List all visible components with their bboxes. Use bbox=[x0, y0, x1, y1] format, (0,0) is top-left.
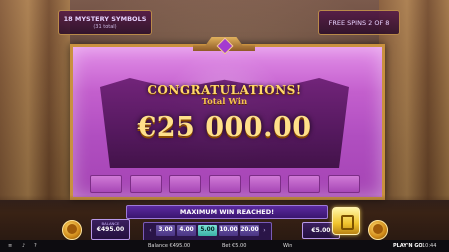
reel-cell bbox=[248, 175, 281, 193]
menu-icon[interactable]: ≡ bbox=[8, 240, 12, 252]
status-balance: Balance €495.00 bbox=[148, 243, 191, 249]
bet-option[interactable]: 4.00 bbox=[177, 225, 196, 236]
reel-cell bbox=[208, 175, 241, 193]
status-bar: ≡ ♪ ? Balance €495.00 Bet €5.00 Win PLAY… bbox=[0, 240, 449, 252]
congratulations-title: CONGRATULATIONS! bbox=[147, 83, 302, 97]
spin-icon bbox=[341, 215, 354, 230]
reel-cell bbox=[327, 175, 360, 193]
bet-option[interactable]: 20.00 bbox=[240, 225, 259, 236]
status-bet: Bet €5.00 bbox=[222, 243, 247, 249]
bet-next-button[interactable]: › bbox=[261, 225, 268, 236]
balance-display: BALANCE €495.00 bbox=[91, 219, 130, 240]
bet-option[interactable]: 10.00 bbox=[219, 225, 238, 236]
total-win-label: Total Win bbox=[201, 97, 248, 107]
reel-cell bbox=[169, 175, 202, 193]
balance-value: €495.00 bbox=[96, 226, 125, 233]
total-win-amount: €25 000.00 bbox=[137, 112, 312, 143]
coin-icon bbox=[67, 224, 77, 234]
max-win-banner: MAXIMUM WIN REACHED! bbox=[126, 205, 328, 219]
reel-cell bbox=[90, 175, 122, 193]
bet-option-selected[interactable]: 5.00 bbox=[198, 225, 217, 236]
coin-button-left[interactable] bbox=[62, 220, 82, 240]
mystery-symbols-banner: 18 MYSTERY SYMBOLS (31 total) bbox=[58, 10, 152, 35]
free-spins-banner: FREE SPINS 2 OF 8 bbox=[318, 10, 400, 35]
reel-cell bbox=[129, 175, 162, 193]
sound-icon[interactable]: ♪ bbox=[22, 240, 25, 252]
game-stage: 18 MYSTERY SYMBOLS (31 total) FREE SPINS… bbox=[0, 0, 449, 252]
provider-logo: PLAY'N GO bbox=[393, 243, 423, 249]
bet-option[interactable]: 3.00 bbox=[156, 225, 175, 236]
free-spins-label: FREE SPINS 2 OF 8 bbox=[328, 19, 390, 27]
reel-strip bbox=[90, 175, 360, 193]
help-icon[interactable]: ? bbox=[34, 240, 37, 252]
mystery-symbols-title: 18 MYSTERY SYMBOLS bbox=[63, 15, 147, 23]
coin-icon bbox=[373, 224, 383, 234]
reel-cell bbox=[288, 175, 321, 193]
mystery-symbols-subtitle: (31 total) bbox=[93, 24, 117, 30]
spin-button[interactable] bbox=[332, 207, 360, 235]
bet-prev-button[interactable]: ‹ bbox=[147, 225, 154, 236]
coin-button-right[interactable] bbox=[368, 220, 388, 240]
clock: 10:44 bbox=[422, 243, 437, 249]
status-win: Win bbox=[283, 243, 293, 249]
